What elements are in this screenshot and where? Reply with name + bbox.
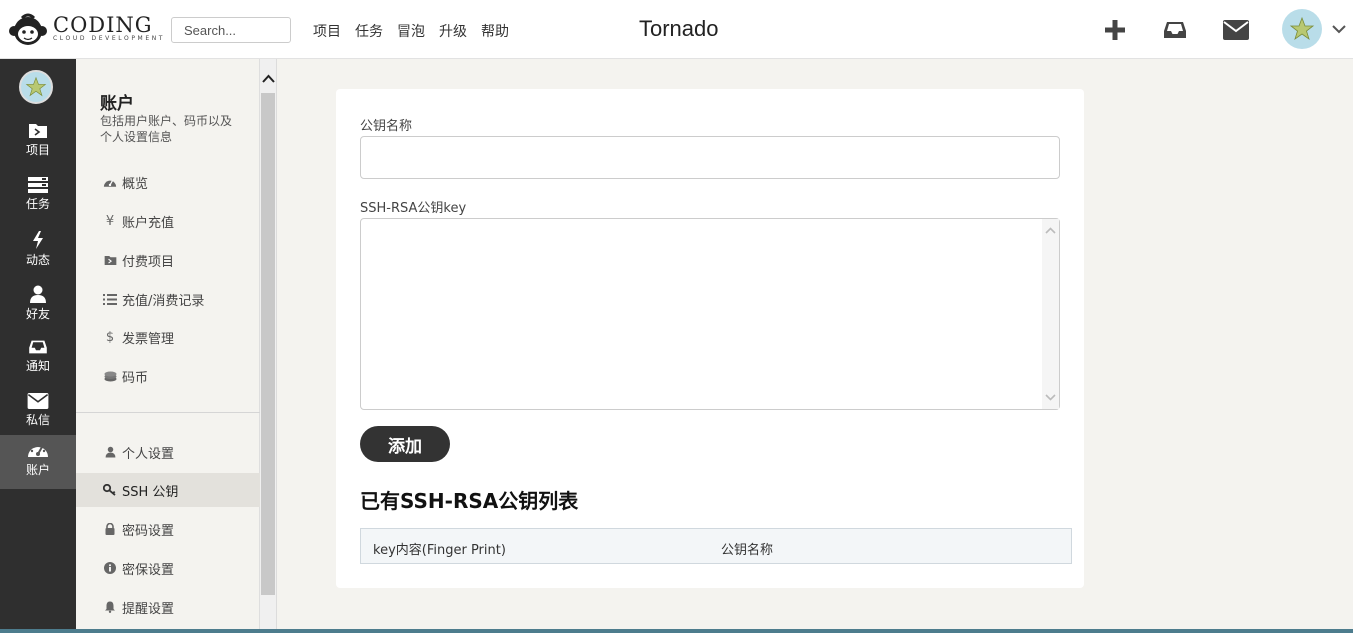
- top-nav: 项目 任务 冒泡 升级 帮助: [313, 21, 509, 41]
- sidebar-description: 包括用户账户、码币以及个人设置信息: [100, 114, 233, 144]
- mail-icon: [27, 393, 49, 409]
- chevron-up-icon[interactable]: [1042, 223, 1059, 239]
- sidebar-item-security[interactable]: 密保设置: [76, 551, 260, 585]
- rail-avatar[interactable]: [19, 70, 53, 104]
- bolt-icon: [33, 231, 43, 249]
- key-name-label: 公钥名称: [360, 119, 413, 134]
- rail-item-messages[interactable]: 私信: [0, 387, 76, 441]
- scroll-up-icon[interactable]: [260, 71, 277, 87]
- sidebar-item-label: 概览: [122, 176, 149, 192]
- sidebar-item-personal-settings[interactable]: 个人设置: [76, 435, 260, 469]
- dashboard-icon: [102, 177, 118, 188]
- tasks-icon: [28, 177, 48, 193]
- sidebar-item-label: 个人设置: [122, 446, 175, 462]
- nav-upgrade[interactable]: 升级: [439, 21, 467, 41]
- column-header-fingerprint: key内容(Finger Print): [373, 543, 506, 558]
- key-list-title: 已有SSH-RSA公钥列表: [360, 489, 579, 513]
- sidebar-item-invoices[interactable]: $ 发票管理: [76, 320, 260, 354]
- rail-item-friends[interactable]: 好友: [0, 279, 76, 333]
- dollar-icon: $: [105, 329, 115, 345]
- sidebar-scrollbar[interactable]: [260, 59, 277, 629]
- key-content-label: SSH-RSA公钥key: [360, 201, 467, 216]
- inbox-icon[interactable]: [1160, 15, 1190, 45]
- key-list-table: key内容(Finger Print) 公钥名称: [360, 528, 1072, 564]
- user-avatar[interactable]: [1282, 9, 1322, 49]
- column-header-key-name: 公钥名称: [721, 543, 774, 558]
- sidebar-item-paid-projects[interactable]: 付费项目: [76, 243, 260, 277]
- nav-help[interactable]: 帮助: [481, 21, 509, 41]
- yen-icon: ¥: [105, 213, 115, 229]
- sidebar-item-label: 提醒设置: [122, 601, 175, 617]
- textarea-scrollbar[interactable]: [1042, 219, 1059, 409]
- mail-icon[interactable]: [1221, 15, 1251, 45]
- nav-bubble[interactable]: 冒泡: [397, 21, 425, 41]
- sidebar-item-overview[interactable]: 概览: [76, 165, 260, 199]
- account-sidebar: 账户 包括用户账户、码币以及个人设置信息 概览 ¥ 账户充值 付费项目 充值/消…: [76, 59, 260, 629]
- top-bar: CODING CLOUD DEVELOPMENT 项目 任务 冒泡 升级 帮助 …: [0, 0, 1353, 59]
- sidebar-item-recharge[interactable]: ¥ 账户充值: [76, 204, 260, 238]
- chevron-down-icon[interactable]: [1042, 389, 1059, 405]
- rail-label-tasks: 任务: [25, 197, 50, 211]
- sidebar-item-label: SSH 公钥: [122, 484, 179, 500]
- sidebar-item-label: 码币: [122, 370, 149, 386]
- monkey-logo-icon: [8, 12, 48, 46]
- sidebar-item-reminders[interactable]: 提醒设置: [76, 590, 260, 624]
- sidebar-item-label: 付费项目: [122, 254, 175, 270]
- list-icon: [102, 293, 118, 305]
- coins-icon: [102, 371, 118, 382]
- project-icon: [29, 124, 47, 138]
- os-taskbar: [0, 629, 1353, 633]
- sidebar-item-label: 充值/消费记录: [122, 293, 205, 309]
- sidebar-item-label: 发票管理: [122, 331, 175, 347]
- main-rail: 项目 任务 动态 好友 通知 私信 账户: [0, 59, 76, 629]
- sidebar-item-records[interactable]: 充值/消费记录: [76, 282, 260, 316]
- rail-label-project: 项目: [25, 143, 50, 157]
- add-key-button[interactable]: 添加: [360, 426, 450, 462]
- sidebar-item-label: 密保设置: [122, 562, 175, 578]
- logo-text: CODING: [53, 13, 153, 37]
- sidebar-item-coins[interactable]: 码币: [76, 359, 260, 393]
- lock-icon: [102, 523, 118, 535]
- rail-item-account[interactable]: 账户: [0, 435, 76, 489]
- info-icon: [102, 562, 118, 574]
- sidebar-item-label: 密码设置: [122, 523, 175, 539]
- rail-label-account: 账户: [25, 463, 50, 477]
- key-content-textarea[interactable]: [360, 218, 1060, 410]
- nav-tasks[interactable]: 任务: [355, 21, 383, 41]
- sidebar-divider: [76, 412, 260, 413]
- scroll-thumb[interactable]: [261, 93, 275, 595]
- plus-icon[interactable]: [1100, 15, 1130, 45]
- key-icon: [102, 484, 118, 496]
- rail-item-notifications[interactable]: 通知: [0, 333, 76, 387]
- rail-label-messages: 私信: [25, 413, 50, 427]
- nav-project[interactable]: 项目: [313, 21, 341, 41]
- project-icon: [102, 255, 118, 266]
- coding-logo[interactable]: CODING CLOUD DEVELOPMENT: [8, 12, 165, 46]
- sidebar-item-ssh-keys[interactable]: SSH 公钥: [76, 473, 260, 507]
- chevron-down-icon[interactable]: [1330, 20, 1348, 38]
- rail-label-notifications: 通知: [25, 359, 50, 373]
- sidebar-item-password[interactable]: 密码设置: [76, 512, 260, 546]
- logo-subtext: CLOUD DEVELOPMENT: [53, 35, 166, 42]
- bell-icon: [102, 601, 118, 613]
- rail-item-project[interactable]: 项目: [0, 117, 76, 171]
- search-input[interactable]: [171, 17, 291, 43]
- sidebar-item-label: 账户充值: [122, 215, 175, 231]
- rail-label-activity: 动态: [25, 253, 50, 267]
- rail-item-tasks[interactable]: 任务: [0, 171, 76, 225]
- key-name-input[interactable]: [360, 136, 1060, 179]
- page-title: Tornado: [639, 16, 719, 41]
- user-icon: [102, 446, 118, 458]
- rail-label-friends: 好友: [25, 307, 50, 321]
- dashboard-icon: [28, 445, 48, 457]
- sidebar-title: 账户: [100, 94, 134, 114]
- user-icon: [30, 285, 46, 303]
- inbox-icon: [29, 340, 47, 354]
- ssh-key-card: 公钥名称 SSH-RSA公钥key 添加 已有SSH-RSA公钥列表 key内容…: [336, 89, 1084, 588]
- rail-item-activity[interactable]: 动态: [0, 225, 76, 279]
